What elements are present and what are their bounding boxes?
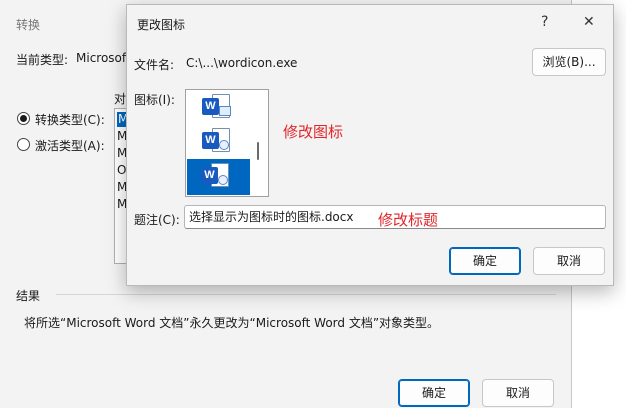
browse-button[interactable]: 浏览(B)... xyxy=(532,48,606,76)
convert-type-radio[interactable] xyxy=(17,112,30,125)
activate-type-label[interactable]: 激活类型(A): xyxy=(35,137,105,154)
word-doc-image-icon[interactable]: W xyxy=(202,94,234,120)
convert-type-label[interactable]: 转换类型(C): xyxy=(35,111,105,128)
result-group-divider xyxy=(56,294,556,295)
activate-type-radio[interactable] xyxy=(17,138,30,151)
result-text: 将所选“Microsoft Word 文档”永久更改为“Microsoft Wo… xyxy=(24,316,440,330)
convert-ok-button[interactable]: 确定 xyxy=(398,379,470,407)
annotation-modify-icon: 修改图标 xyxy=(283,123,344,141)
convert-cancel-button[interactable]: 取消 xyxy=(482,379,554,407)
change-icon-ok-button[interactable]: 确定 xyxy=(449,247,521,275)
icon-list-label: 图标(I): xyxy=(134,93,175,107)
caption-label: 题注(C): xyxy=(134,213,180,227)
annotation-modify-caption: 修改标题 xyxy=(378,211,439,229)
icon-list-scrollbar[interactable] xyxy=(257,142,259,160)
current-type-value: Microsoft xyxy=(76,51,131,65)
close-icon[interactable]: ✕ xyxy=(583,15,595,29)
type-list-header: 对 xyxy=(114,92,127,106)
word-doc-globe-icon[interactable]: W xyxy=(202,128,234,154)
convert-window-title: 转换 xyxy=(16,18,41,32)
current-type-label: 当前类型: xyxy=(16,53,69,67)
filename-label: 文件名: xyxy=(134,58,175,72)
change-icon-dialog: 更改图标 ? ✕ 文件名: C:\...\wordicon.exe 浏览(B).… xyxy=(126,4,614,286)
word-doc-selected-icon[interactable]: W xyxy=(201,163,233,189)
change-icon-dialog-title: 更改图标 xyxy=(137,18,186,32)
selected-icon-highlight[interactable]: W xyxy=(187,159,250,195)
change-icon-cancel-button[interactable]: 取消 xyxy=(533,247,605,275)
filename-value: C:\...\wordicon.exe xyxy=(186,56,298,70)
help-icon[interactable]: ? xyxy=(541,15,548,29)
result-group-label: 结果 xyxy=(16,289,41,303)
